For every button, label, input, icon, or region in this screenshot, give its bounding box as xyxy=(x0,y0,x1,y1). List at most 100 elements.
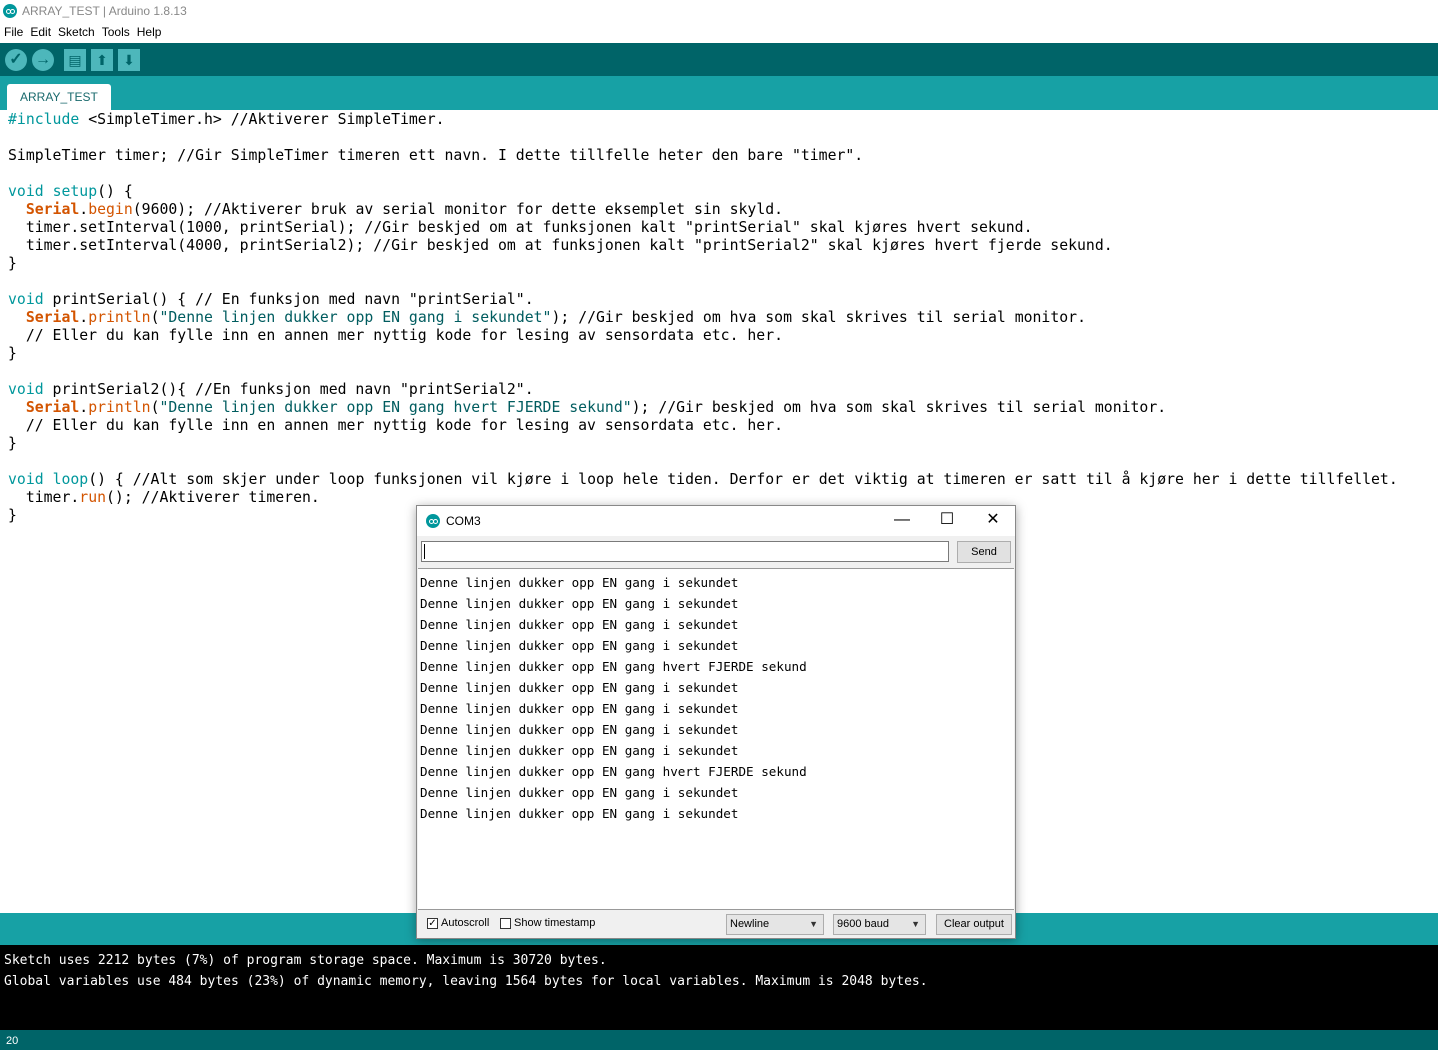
checkmark-icon: ✓ xyxy=(428,918,437,929)
code-line-21: void loop() { //Alt som skjer under loop… xyxy=(8,471,1398,489)
open-button[interactable]: ⬆ xyxy=(91,49,113,71)
code-line-23: } xyxy=(8,507,17,524)
checkmark-icon: ✓ xyxy=(9,51,23,68)
verify-button[interactable]: ✓ xyxy=(5,49,27,71)
menu-tools[interactable]: Tools xyxy=(98,22,133,39)
code-line-18: // Eller du kan fylle inn en annen mer n… xyxy=(8,417,784,434)
baud-rate-select[interactable]: 9600 baud ▼ xyxy=(833,914,926,935)
window-titlebar: ARRAY_TEST | Arduino 1.8.13 xyxy=(0,0,1438,22)
baud-rate-value: 9600 baud xyxy=(837,918,889,930)
serial-output-line: Denne linjen dukker opp EN gang i sekund… xyxy=(420,701,739,716)
code-token: ); //Gir beskjed om hva som skal skrives… xyxy=(551,309,1086,326)
code-token: <SimpleTimer.h> //Aktiverer SimpleTimer. xyxy=(79,111,445,128)
code-token: (9600); //Aktiverer bruk av serial monit… xyxy=(132,201,784,218)
new-button[interactable]: ▤ xyxy=(64,49,86,71)
status-bar: 20 xyxy=(0,1030,1438,1050)
serial-output-line: Denne linjen dukker opp EN gang i sekund… xyxy=(420,785,739,800)
code-token: "Denne linjen dukker opp EN gang i sekun… xyxy=(159,309,552,326)
arrow-right-icon: → xyxy=(35,51,51,68)
serial-output[interactable]: Denne linjen dukker opp EN gang i sekund… xyxy=(418,568,1014,910)
menu-file[interactable]: File xyxy=(0,22,26,39)
chevron-down-icon: ▼ xyxy=(809,919,818,929)
code-line-3: SimpleTimer timer; //Gir SimpleTimer tim… xyxy=(8,147,864,164)
code-token: . xyxy=(79,399,89,416)
code-token: void xyxy=(8,471,44,488)
tab-array-test[interactable]: ARRAY_TEST xyxy=(7,84,111,110)
text-caret xyxy=(424,544,425,559)
serial-output-line: Denne linjen dukker opp EN gang i sekund… xyxy=(420,617,739,632)
code-token: Serial xyxy=(25,309,80,326)
serial-output-line: Denne linjen dukker opp EN gang i sekund… xyxy=(420,575,739,590)
send-button[interactable]: Send xyxy=(957,541,1011,563)
serial-output-line: Denne linjen dukker opp EN gang i sekund… xyxy=(420,638,739,653)
console-line: Sketch uses 2212 bytes (7%) of program s… xyxy=(4,953,607,968)
code-line-12: Serial.println("Denne linjen dukker opp … xyxy=(8,309,1086,327)
close-icon[interactable]: ✕ xyxy=(970,506,1016,536)
menu-bar: File Edit Sketch Tools Help xyxy=(0,22,1438,44)
maximize-icon[interactable]: ☐ xyxy=(924,506,970,536)
serial-output-line: Denne linjen dukker opp EN gang i sekund… xyxy=(420,806,739,821)
clear-output-button[interactable]: Clear output xyxy=(936,914,1012,935)
code-line-14: } xyxy=(8,345,17,362)
code-token: . xyxy=(79,201,89,218)
line-ending-select[interactable]: Newline ▼ xyxy=(726,914,824,935)
serial-port-title: COM3 xyxy=(446,514,481,528)
code-line-11: void printSerial() { // En funksjon med … xyxy=(8,291,534,309)
arrow-up-icon: ⬆ xyxy=(96,52,108,68)
serial-monitor-titlebar: COM3 — ☐ ✕ xyxy=(417,506,1015,536)
code-token: . xyxy=(79,309,89,326)
code-token: printSerial2(){ //En funksjon med navn "… xyxy=(43,381,534,398)
code-token: println xyxy=(88,309,151,326)
save-button[interactable]: ⬇ xyxy=(118,49,140,71)
code-line-9: } xyxy=(8,255,17,272)
serial-output-line: Denne linjen dukker opp EN gang i sekund… xyxy=(420,722,739,737)
code-line-7: timer.setInterval(1000, printSerial); //… xyxy=(8,219,1033,236)
serial-input[interactable] xyxy=(421,541,949,562)
autoscroll-label: Autoscroll xyxy=(441,917,490,929)
code-token: run xyxy=(79,489,107,506)
console-line: Global variables use 484 bytes (23%) of … xyxy=(4,974,928,989)
menu-sketch[interactable]: Sketch xyxy=(54,22,98,39)
menu-edit[interactable]: Edit xyxy=(26,22,54,39)
menu-help[interactable]: Help xyxy=(133,22,165,39)
show-timestamp-label: Show timestamp xyxy=(514,917,596,929)
arrow-down-icon: ⬇ xyxy=(123,52,135,68)
serial-output-line: Denne linjen dukker opp EN gang hvert FJ… xyxy=(420,764,807,779)
code-token: Serial xyxy=(25,201,80,218)
tab-bar: ARRAY_TEST xyxy=(0,76,1438,110)
window-title: ARRAY_TEST | Arduino 1.8.13 xyxy=(22,4,187,18)
code-line-17: Serial.println("Denne linjen dukker opp … xyxy=(8,399,1166,417)
code-token: loop xyxy=(52,471,89,488)
chevron-down-icon: ▼ xyxy=(911,919,920,929)
line-number: 20 xyxy=(6,1035,19,1047)
code-token: printSerial() { // En funksjon med navn … xyxy=(43,291,534,308)
serial-output-line: Denne linjen dukker opp EN gang i sekund… xyxy=(420,743,739,758)
toolbar: ✓ → ▤ ⬆ ⬇ xyxy=(0,43,1438,76)
new-file-icon: ▤ xyxy=(68,52,82,68)
code-line-19: } xyxy=(8,435,17,452)
console-output: Sketch uses 2212 bytes (7%) of program s… xyxy=(0,945,1438,1030)
autoscroll-checkbox[interactable]: ✓ xyxy=(427,918,438,929)
code-token: begin xyxy=(88,201,133,218)
code-line-5: void setup() { xyxy=(8,183,133,201)
code-token: () { //Alt som skjer under loop funksjon… xyxy=(88,471,1398,488)
code-line-6: Serial.begin(9600); //Aktiverer bruk av … xyxy=(8,201,783,219)
serial-output-line: Denne linjen dukker opp EN gang i sekund… xyxy=(420,596,739,611)
code-token: () { xyxy=(97,183,133,200)
serial-monitor-window: COM3 — ☐ ✕ Send Denne linjen dukker opp … xyxy=(416,505,1016,939)
show-timestamp-checkbox[interactable] xyxy=(500,918,511,929)
line-ending-value: Newline xyxy=(730,918,770,930)
code-token: "Denne linjen dukker opp EN gang hvert F… xyxy=(159,399,632,416)
serial-output-line: Denne linjen dukker opp EN gang hvert FJ… xyxy=(420,659,807,674)
arduino-logo-icon xyxy=(3,4,17,18)
code-line-13: // Eller du kan fylle inn en annen mer n… xyxy=(8,327,784,344)
upload-button[interactable]: → xyxy=(32,49,54,71)
code-line-16: void printSerial2(){ //En funksjon med n… xyxy=(8,381,534,399)
code-token: #include xyxy=(8,111,80,128)
code-line-8: timer.setInterval(4000, printSerial2); /… xyxy=(8,237,1113,254)
arduino-logo-icon xyxy=(426,514,440,528)
minimize-icon[interactable]: — xyxy=(879,506,925,536)
code-token: ); //Gir beskjed om hva som skal skrives… xyxy=(631,399,1167,416)
